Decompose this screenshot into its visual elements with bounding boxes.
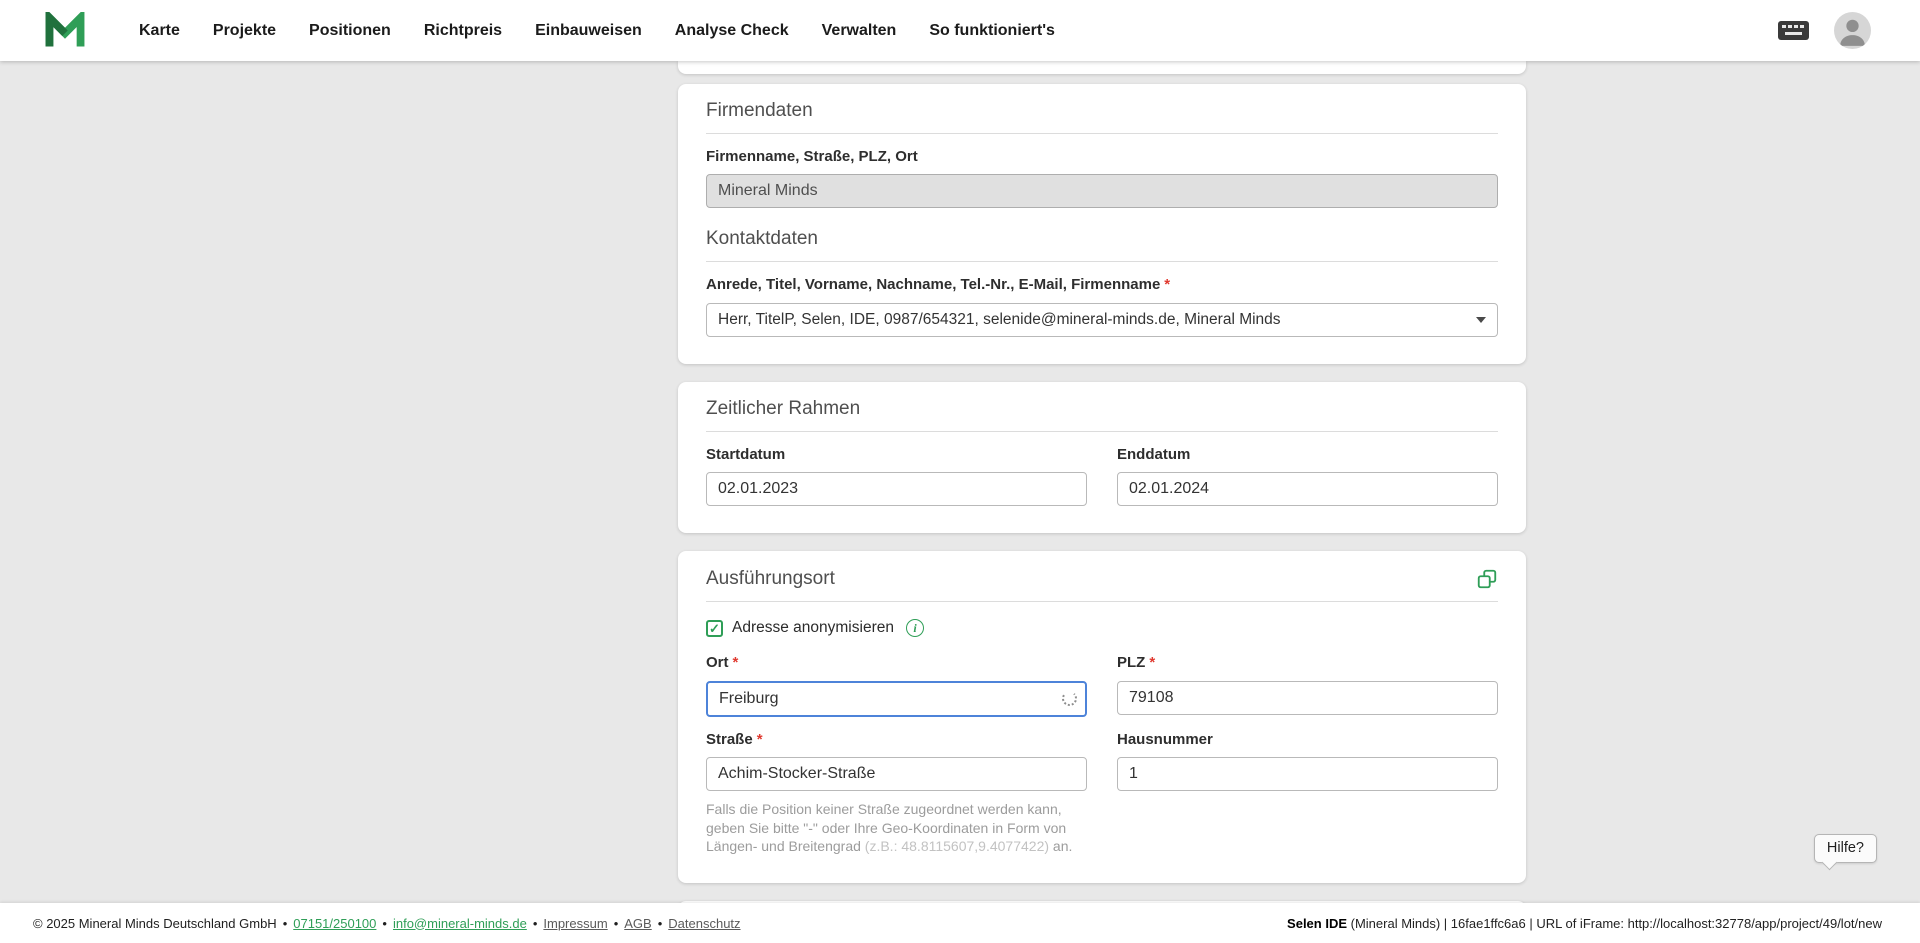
ort-label: Ort* — [706, 655, 1087, 672]
datenschutz-link[interactable]: Datenschutz — [668, 916, 740, 931]
phone-link[interactable]: 07151/250100 — [293, 916, 376, 931]
plz-input[interactable] — [1117, 681, 1498, 715]
server-icon[interactable] — [1777, 20, 1810, 41]
separator: • — [533, 916, 538, 931]
strasse-hint: Falls die Position keiner Straße zugeord… — [706, 800, 1087, 855]
required-marker: * — [1164, 277, 1170, 294]
enddatum-label: Enddatum — [1117, 447, 1498, 464]
environment-info: Selen IDE (Mineral Minds) | 16fae1ffc6a6… — [1287, 916, 1882, 931]
required-marker: * — [1149, 655, 1155, 672]
nav-links: Karte Projekte Positionen Richtpreis Ein… — [139, 0, 1055, 61]
kontakt-select[interactable]: Herr, TitelP, Selen, IDE, 0987/654321, s… — [706, 303, 1498, 337]
separator: • — [283, 916, 288, 931]
required-marker: * — [733, 655, 739, 672]
ort-input[interactable] — [706, 681, 1087, 717]
check-icon: ✓ — [709, 622, 720, 635]
startdatum-label: Startdatum — [706, 447, 1087, 464]
hausnummer-label: Hausnummer — [1117, 732, 1498, 749]
footer-left: © 2025 Mineral Minds Deutschland GmbH • … — [33, 916, 741, 931]
enddatum-input[interactable] — [1117, 472, 1498, 506]
environment-details: (Mineral Minds) | 16fae1ffc6a6 | URL of … — [1347, 916, 1882, 931]
kontaktdaten-title: Kontaktdaten — [706, 229, 1498, 262]
nav-right — [1777, 12, 1871, 49]
nav-item-einbauweisen[interactable]: Einbauweisen — [535, 0, 642, 61]
top-navigation: Karte Projekte Positionen Richtpreis Ein… — [0, 0, 1920, 61]
strasse-input[interactable] — [706, 757, 1087, 791]
startdatum-input[interactable] — [706, 472, 1087, 506]
nav-item-projekte[interactable]: Projekte — [213, 0, 276, 61]
agb-link[interactable]: AGB — [624, 916, 651, 931]
company-input — [706, 174, 1498, 208]
kontakt-select-value: Herr, TitelP, Selen, IDE, 0987/654321, s… — [718, 311, 1281, 329]
kontakt-label: Anrede, Titel, Vorname, Nachname, Tel.-N… — [706, 277, 1498, 294]
company-label: Firmenname, Straße, PLZ, Ort — [706, 149, 1498, 166]
mineral-minds-logo-icon[interactable] — [45, 11, 87, 51]
anonymize-label: Adresse anonymisieren — [732, 619, 894, 637]
user-avatar[interactable] — [1834, 12, 1871, 49]
anonymize-checkbox[interactable]: ✓ — [706, 620, 723, 637]
nav-item-positionen[interactable]: Positionen — [309, 0, 391, 61]
card-zeitlicher-rahmen: Zeitlicher Rahmen Startdatum Enddatum — [678, 382, 1526, 533]
geo-coords-example: (z.B.: 48.8115607,9.4077422) — [865, 838, 1049, 854]
nav-item-verwalten[interactable]: Verwalten — [822, 0, 897, 61]
environment-name: Selen IDE — [1287, 916, 1347, 931]
zeitraum-title: Zeitlicher Rahmen — [706, 399, 1498, 432]
hausnummer-input[interactable] — [1117, 757, 1498, 791]
impressum-link[interactable]: Impressum — [543, 916, 607, 931]
separator: • — [382, 916, 387, 931]
footer: © 2025 Mineral Minds Deutschland GmbH • … — [0, 903, 1920, 943]
info-icon[interactable]: i — [906, 619, 924, 637]
nav-item-karte[interactable]: Karte — [139, 0, 180, 61]
separator: • — [658, 916, 663, 931]
email-link[interactable]: info@mineral-minds.de — [393, 916, 527, 931]
card-firmendaten: Firmendaten Firmenname, Straße, PLZ, Ort… — [678, 84, 1526, 364]
separator: • — [614, 916, 619, 931]
chevron-down-icon — [1476, 317, 1486, 323]
nav-item-richtpreis[interactable]: Richtpreis — [424, 0, 502, 61]
main-content: Firmendaten Firmenname, Straße, PLZ, Ort… — [0, 61, 1920, 903]
firmendaten-title: Firmendaten — [706, 101, 1498, 134]
card-partial-top — [678, 61, 1526, 74]
plz-label: PLZ* — [1117, 655, 1498, 672]
ausfuehrungsort-title: Ausführungsort — [706, 569, 835, 590]
copy-icon[interactable] — [1476, 568, 1498, 590]
strasse-label: Straße* — [706, 732, 1087, 749]
nav-item-so-funktionierts[interactable]: So funktioniert's — [929, 0, 1055, 61]
card-ausfuehrungsort: Ausführungsort ✓ Adresse anonymisieren i — [678, 551, 1526, 882]
help-button[interactable]: Hilfe? — [1814, 834, 1877, 863]
copyright-text: © 2025 Mineral Minds Deutschland GmbH — [33, 916, 277, 931]
required-marker: * — [757, 732, 763, 749]
loading-spinner-icon — [1062, 691, 1077, 706]
nav-item-analyse-check[interactable]: Analyse Check — [675, 0, 789, 61]
